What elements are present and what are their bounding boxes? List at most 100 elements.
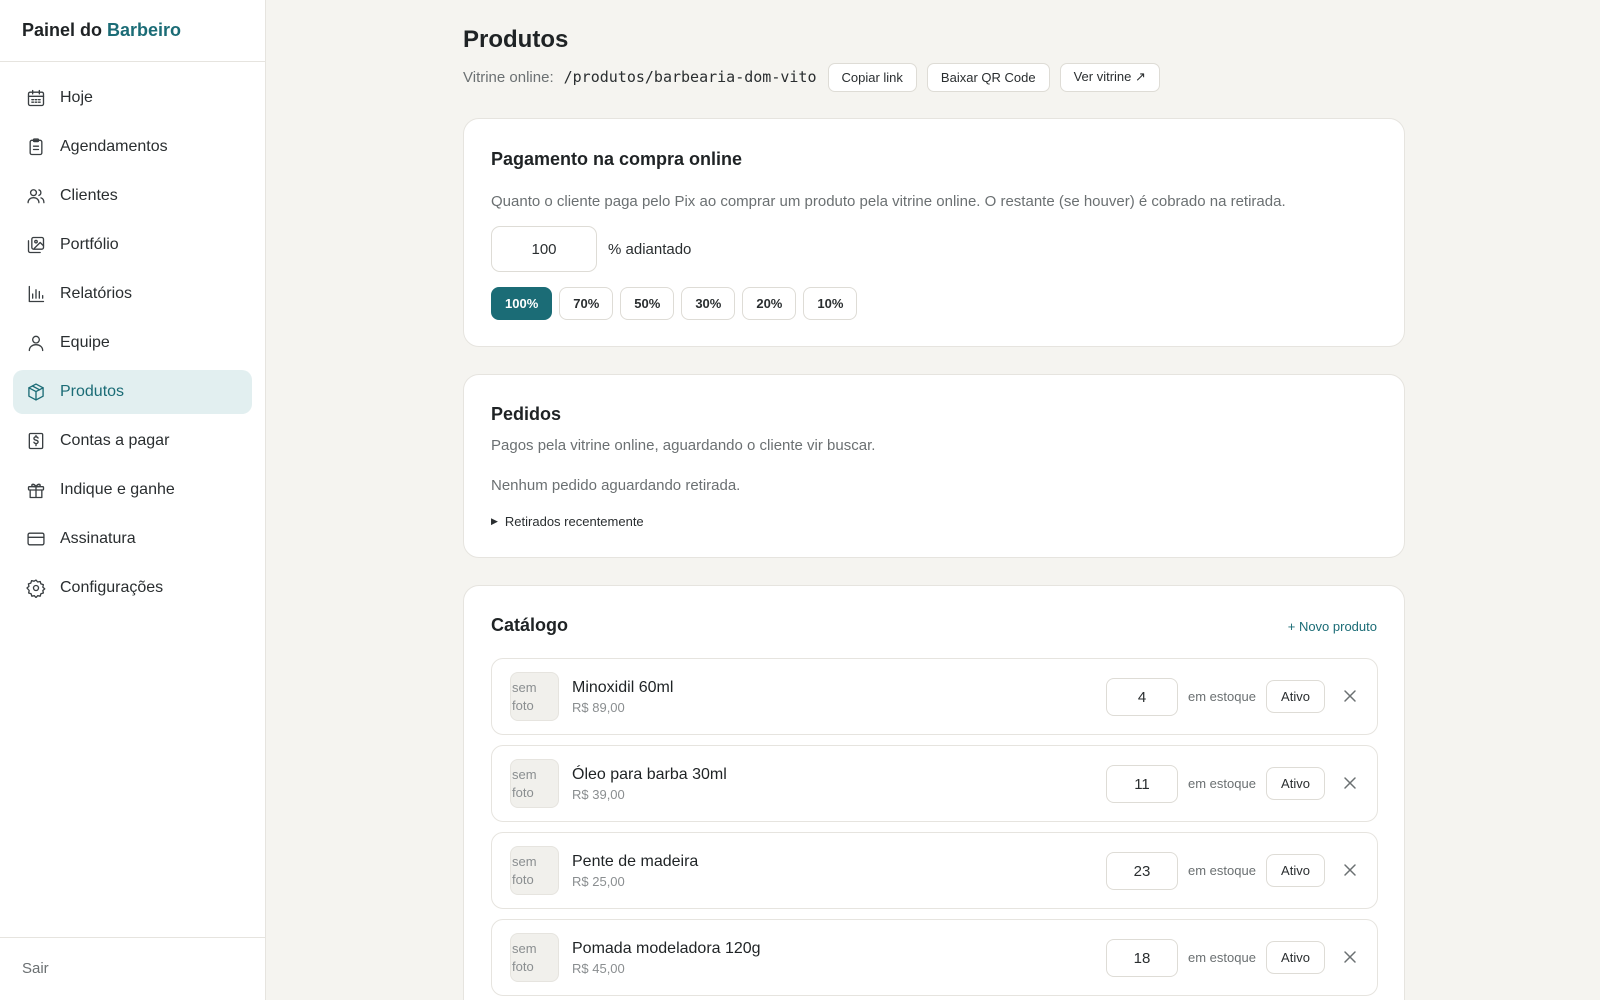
sidebar-item-label: Portfólio — [60, 236, 119, 253]
page-title: Produtos — [463, 26, 569, 53]
status-toggle-button[interactable]: Ativo — [1266, 854, 1325, 887]
product-thumbnail: sem foto — [510, 933, 559, 982]
sidebar: Painel do Barbeiro Hoje Agendamentos Cli… — [0, 0, 266, 1000]
stock-label: em estoque — [1188, 950, 1256, 965]
thumb-line: foto — [512, 785, 534, 800]
users-icon — [25, 185, 47, 207]
status-toggle-button[interactable]: Ativo — [1266, 680, 1325, 713]
preset-30-button[interactable]: 30% — [681, 287, 736, 320]
preset-70-button[interactable]: 70% — [559, 287, 614, 320]
sidebar-item-relatorios[interactable]: Relatórios — [13, 272, 252, 316]
sidebar-item-configuracoes[interactable]: Configurações — [13, 566, 252, 610]
credit-card-icon — [25, 528, 47, 550]
product-price: R$ 89,00 — [572, 700, 625, 715]
sidebar-item-label: Hoje — [60, 89, 93, 106]
thumb-line: foto — [512, 959, 534, 974]
recent-pickups-toggle[interactable]: ▶ Retirados recentemente — [491, 514, 644, 529]
close-icon[interactable] — [1340, 773, 1360, 793]
product-thumbnail: sem foto — [510, 846, 559, 895]
sidebar-nav: Hoje Agendamentos Clientes Portfólio Rel… — [0, 62, 265, 610]
sidebar-item-contas-a-pagar[interactable]: Contas a pagar — [13, 419, 252, 463]
new-product-button[interactable]: + Novo produto — [1288, 619, 1377, 634]
stock-label: em estoque — [1188, 776, 1256, 791]
sidebar-item-agendamentos[interactable]: Agendamentos — [13, 125, 252, 169]
product-price: R$ 25,00 — [572, 874, 625, 889]
receipt-icon — [25, 430, 47, 452]
payment-description: Quanto o cliente paga pelo Pix ao compra… — [491, 193, 1286, 210]
sidebar-item-label: Agendamentos — [60, 138, 168, 155]
status-toggle-button[interactable]: Ativo — [1266, 941, 1325, 974]
recent-pickups-label: Retirados recentemente — [504, 514, 644, 529]
thumb-line: foto — [512, 698, 534, 713]
stock-label: em estoque — [1188, 689, 1256, 704]
orders-card: Pedidos Pagos pela vitrine online, aguar… — [463, 374, 1405, 558]
catalog-card: Catálogo + Novo produto sem foto Minoxid… — [463, 585, 1405, 1000]
product-list: sem foto Minoxidil 60ml R$ 89,00 em esto… — [491, 658, 1378, 1000]
payment-title: Pagamento na compra online — [491, 149, 743, 169]
copy-link-button[interactable]: Copiar link — [827, 62, 917, 92]
product-thumbnail: sem foto — [510, 672, 559, 721]
preset-100-button[interactable]: 100% — [491, 287, 553, 320]
thumb-line: sem — [512, 680, 537, 695]
brand-logo: Painel do Barbeiro — [0, 0, 265, 62]
sidebar-item-equipe[interactable]: Equipe — [13, 321, 252, 365]
product-price: R$ 39,00 — [572, 787, 625, 802]
brand-prefix: Painel do — [22, 20, 103, 40]
stock-input[interactable] — [1106, 852, 1178, 890]
box-icon — [25, 381, 47, 403]
close-icon[interactable] — [1340, 860, 1360, 880]
product-name: Minoxidil 60ml — [572, 679, 674, 696]
catalog-title: Catálogo — [491, 615, 569, 635]
thumb-line: sem — [512, 854, 537, 869]
user-icon — [25, 332, 47, 354]
sidebar-item-label: Relatórios — [60, 285, 133, 302]
advance-percent-input[interactable] — [491, 226, 597, 272]
sidebar-item-indique-e-ganhe[interactable]: Indique e ganhe — [13, 468, 252, 512]
sidebar-item-label: Clientes — [60, 187, 118, 204]
orders-subtitle: Pagos pela vitrine online, aguardando o … — [491, 437, 876, 454]
sidebar-item-hoje[interactable]: Hoje — [13, 76, 252, 120]
calendar-icon — [25, 87, 47, 109]
product-name: Pente de madeira — [572, 853, 699, 870]
sidebar-item-portfolio[interactable]: Portfólio — [13, 223, 252, 267]
orders-empty-message: Nenhum pedido aguardando retirada. — [491, 477, 741, 494]
payment-card: Pagamento na compra online Quanto o clie… — [463, 118, 1405, 347]
vitrine-path: /produtos/barbearia-dom-vito — [563, 68, 817, 86]
view-store-button[interactable]: Ver vitrine ↗ — [1059, 62, 1160, 92]
images-icon — [25, 234, 47, 256]
close-icon[interactable] — [1340, 947, 1360, 967]
sidebar-item-label: Equipe — [60, 334, 110, 351]
vitrine-row: Vitrine online: /produtos/barbearia-dom-… — [463, 62, 1170, 92]
status-toggle-button[interactable]: Ativo — [1266, 767, 1325, 800]
thumb-line: foto — [512, 872, 534, 887]
preset-10-button[interactable]: 10% — [803, 287, 858, 320]
stock-input[interactable] — [1106, 678, 1178, 716]
thumb-line: sem — [512, 767, 537, 782]
stock-input[interactable] — [1106, 939, 1178, 977]
sidebar-item-label: Produtos — [60, 383, 125, 400]
sidebar-item-label: Contas a pagar — [60, 432, 170, 449]
brand-accent: Barbeiro — [107, 20, 182, 40]
sidebar-item-assinatura[interactable]: Assinatura — [13, 517, 252, 561]
sidebar-item-label: Assinatura — [60, 530, 136, 547]
product-row: sem foto Óleo para barba 30ml R$ 39,00 e… — [491, 745, 1378, 822]
product-row: sem foto Minoxidil 60ml R$ 89,00 em esto… — [491, 658, 1378, 735]
gear-icon — [25, 577, 47, 599]
clipboard-icon — [25, 136, 47, 158]
preset-50-button[interactable]: 50% — [620, 287, 675, 320]
product-row: sem foto Pente de madeira R$ 25,00 em es… — [491, 832, 1378, 909]
sidebar-item-clientes[interactable]: Clientes — [13, 174, 252, 218]
download-qr-button[interactable]: Baixar QR Code — [926, 62, 1050, 92]
stock-input[interactable] — [1106, 765, 1178, 803]
close-icon[interactable] — [1340, 686, 1360, 706]
product-thumbnail: sem foto — [510, 759, 559, 808]
logout-link[interactable]: Sair — [0, 937, 265, 1000]
percent-presets: 100% 70% 50% 30% 20% 10% — [491, 287, 864, 320]
triangle-right-icon: ▶ — [491, 516, 498, 526]
product-name: Pomada modeladora 120g — [572, 940, 761, 957]
product-price: R$ 45,00 — [572, 961, 625, 976]
preset-20-button[interactable]: 20% — [742, 287, 797, 320]
sidebar-item-produtos[interactable]: Produtos — [13, 370, 252, 414]
stock-label: em estoque — [1188, 863, 1256, 878]
product-name: Óleo para barba 30ml — [572, 766, 727, 783]
